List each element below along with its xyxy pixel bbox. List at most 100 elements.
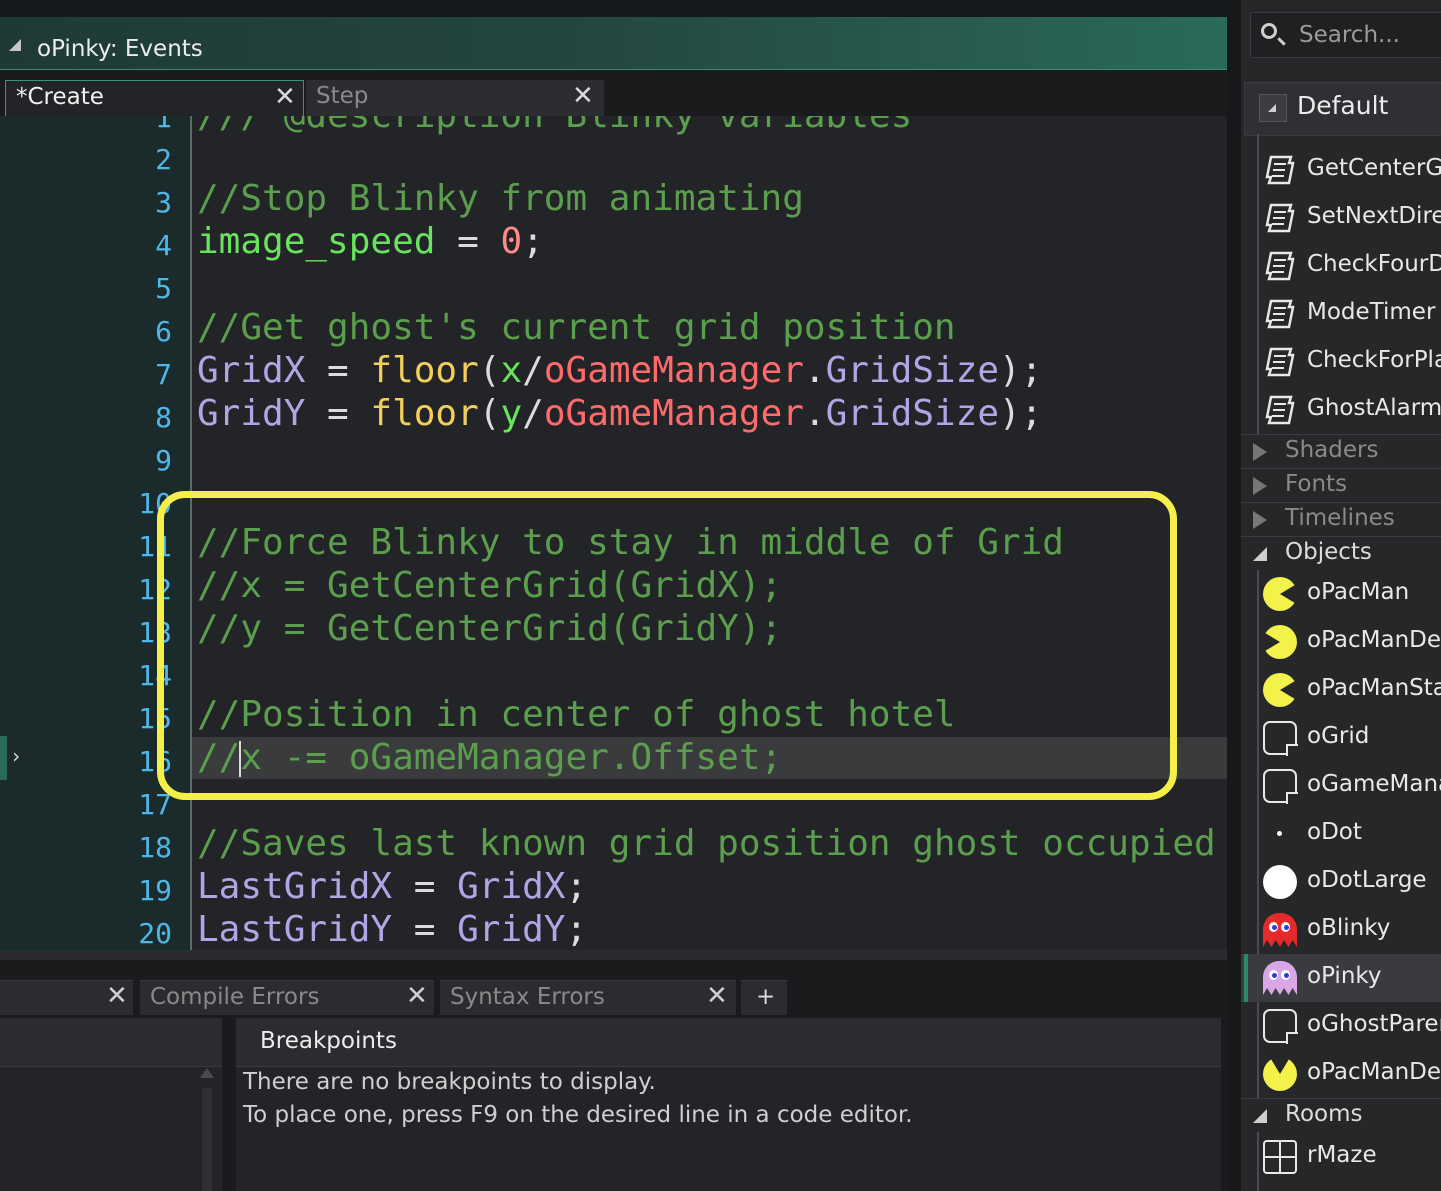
line-number: 18 <box>138 831 172 864</box>
tab-output[interactable]: ✕ <box>0 980 133 1015</box>
breakpoints-empty-message: There are no breakpoints to display. <box>243 1069 656 1095</box>
category-shaders[interactable]: Shaders <box>1241 434 1441 468</box>
category-timelines[interactable]: Timelines <box>1241 502 1441 536</box>
script-icon <box>1263 249 1297 283</box>
code-editor-window: oPinky: Events *Create ✕ Step ✕ › 1 2 3 … <box>0 0 1227 960</box>
object-name: oPacMan <box>1307 579 1410 605</box>
collapse-group-icon[interactable] <box>1259 94 1287 122</box>
expand-icon[interactable] <box>1253 477 1267 495</box>
category-rooms[interactable]: Rooms <box>1241 1098 1441 1132</box>
close-icon[interactable]: ✕ <box>274 82 296 112</box>
tab-compile-errors-label: Compile Errors <box>150 984 320 1010</box>
script-item[interactable]: GetCenterGr <box>1241 146 1441 194</box>
collapse-icon[interactable] <box>1253 1109 1267 1123</box>
script-name: CheckFourD <box>1307 251 1441 277</box>
tab-step-label: Step <box>316 83 369 109</box>
annotation-highlight-box <box>157 491 1177 800</box>
close-icon[interactable]: ✕ <box>572 81 594 111</box>
room-icon <box>1263 1140 1297 1174</box>
script-icon <box>1263 393 1297 427</box>
vertical-scrollbar[interactable] <box>200 1068 214 1191</box>
script-name: GetCenterGr <box>1307 155 1441 181</box>
code-line: LastGridY = GridY; <box>197 909 588 950</box>
script-item[interactable]: GhostAlarm <box>1241 386 1441 434</box>
collapse-icon[interactable] <box>9 39 21 51</box>
object-item[interactable]: oDotLarge <box>1241 858 1441 906</box>
object-item[interactable]: oPacManSta <box>1241 666 1441 714</box>
output-panel: ✕ Compile Errors ✕ Syntax Errors ✕ + Bre… <box>0 960 1227 1191</box>
scroll-up-icon[interactable] <box>200 1068 214 1078</box>
category-objects[interactable]: Objects <box>1241 536 1441 570</box>
object-item-selected[interactable]: oPinky <box>1241 954 1441 1002</box>
close-icon[interactable]: ✕ <box>706 981 728 1011</box>
breakpoints-title: Breakpoints <box>260 1028 397 1054</box>
scroll-thumb[interactable] <box>202 1088 212 1191</box>
tab-syntax-errors[interactable]: Syntax Errors ✕ <box>440 980 736 1015</box>
resource-group-header[interactable]: Default <box>1244 82 1441 136</box>
panel-divider[interactable] <box>1227 0 1241 1191</box>
search-box[interactable] <box>1250 12 1441 58</box>
object-name: oPacManSta <box>1307 675 1441 701</box>
object-item[interactable]: oDot <box>1241 810 1441 858</box>
line-number: 9 <box>155 444 172 477</box>
room-name: rMaze <box>1307 1142 1377 1168</box>
script-item[interactable]: SetNextDire <box>1241 194 1441 242</box>
object-item[interactable]: oPacMan <box>1241 570 1441 618</box>
window-titlebar[interactable]: oPinky: Events <box>0 17 1227 70</box>
object-name: oDot <box>1307 819 1362 845</box>
tab-create-label: *Create <box>16 84 104 110</box>
code-line: //Get ghost's current grid position <box>197 307 956 348</box>
script-icon <box>1263 153 1297 187</box>
category-fonts[interactable]: Fonts <box>1241 468 1441 502</box>
object-name: oPacManDe <box>1307 627 1441 653</box>
no-sprite-icon <box>1263 769 1298 804</box>
code-line: GridY = floor(y/oGameManager.GridSize); <box>197 393 1043 434</box>
object-item[interactable]: oGhostParen <box>1241 1002 1441 1050</box>
object-name: oDotLarge <box>1307 867 1427 893</box>
group-label: Default <box>1297 91 1389 120</box>
no-sprite-icon <box>1263 1009 1298 1044</box>
pink-ghost-icon <box>1263 961 1297 995</box>
tab-compile-errors[interactable]: Compile Errors ✕ <box>140 980 434 1015</box>
object-item[interactable]: oPacManDe <box>1241 618 1441 666</box>
script-item[interactable]: ModeTimer <box>1241 290 1441 338</box>
expand-icon[interactable] <box>1253 511 1267 529</box>
line-number: 2 <box>155 143 172 176</box>
event-tab-bar: *Create ✕ Step ✕ <box>0 70 1227 117</box>
object-name: oGrid <box>1307 723 1370 749</box>
large-dot-icon <box>1263 865 1297 899</box>
search-icon <box>1261 23 1277 39</box>
horizontal-scrollbar[interactable] <box>0 950 1227 960</box>
script-item[interactable]: CheckFourD <box>1241 242 1441 290</box>
object-item[interactable]: oBlinky <box>1241 906 1441 954</box>
line-number: 4 <box>155 229 172 262</box>
no-sprite-icon <box>1263 721 1298 756</box>
code-line: //Saves last known grid position ghost o… <box>197 823 1216 864</box>
line-number: 5 <box>155 272 172 305</box>
object-item[interactable]: oPacManDe <box>1241 1050 1441 1098</box>
object-item[interactable]: oGameMana <box>1241 762 1441 810</box>
search-input[interactable] <box>1297 21 1441 49</box>
object-name: oPacManDe <box>1307 1059 1441 1085</box>
tab-create[interactable]: *Create ✕ <box>5 80 304 117</box>
object-item[interactable]: oGrid <box>1241 714 1441 762</box>
script-name: GhostAlarm <box>1307 395 1441 421</box>
category-label: Rooms <box>1285 1101 1363 1127</box>
plus-icon: + <box>756 984 776 1010</box>
script-name: SetNextDire <box>1307 203 1441 229</box>
code-line: /// @description Blinky variables <box>197 116 912 137</box>
script-name: CheckForPla <box>1307 347 1441 373</box>
asset-browser: Default GetCenterGr SetNextDire CheckFou… <box>1241 0 1441 1191</box>
collapse-icon[interactable] <box>1253 547 1267 561</box>
room-item[interactable]: rMaze <box>1241 1133 1441 1181</box>
line-number: 6 <box>155 315 172 348</box>
add-tab-button[interactable]: + <box>741 980 787 1015</box>
tab-step[interactable]: Step ✕ <box>306 80 604 116</box>
chevron-right-icon: › <box>10 744 23 768</box>
expand-icon[interactable] <box>1253 443 1267 461</box>
code-line: LastGridX = GridX; <box>197 866 588 907</box>
script-item[interactable]: CheckForPla <box>1241 338 1441 386</box>
close-icon[interactable]: ✕ <box>406 981 428 1011</box>
close-icon[interactable]: ✕ <box>106 981 128 1011</box>
top-strip <box>0 0 1227 17</box>
